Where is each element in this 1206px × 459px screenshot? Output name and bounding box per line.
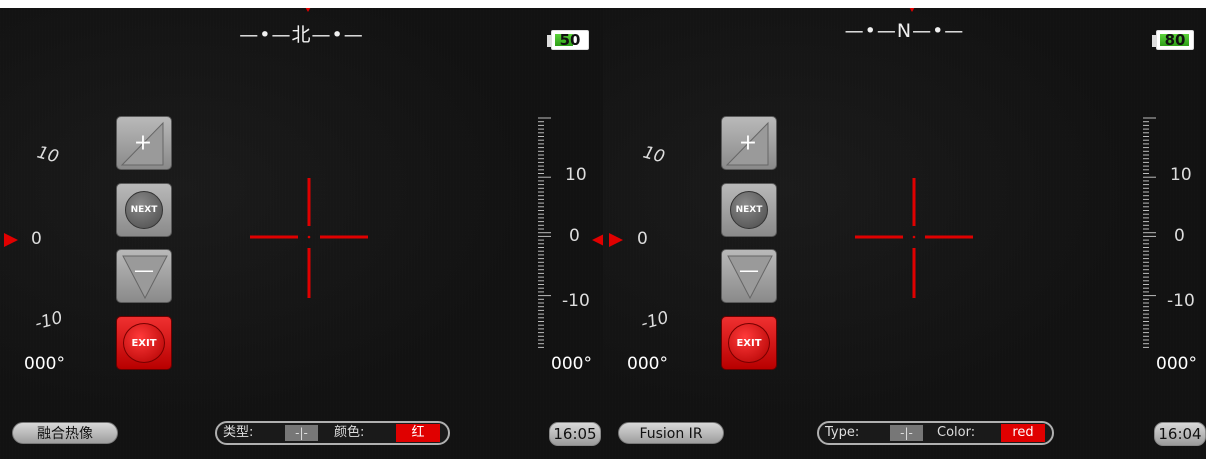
exit-button[interactable]: EXIT: [721, 316, 777, 370]
clock: 16:05: [549, 422, 601, 446]
type-label: 类型:: [223, 425, 254, 440]
pitch-label-zero: 0: [31, 229, 42, 249]
compass-pointer-icon: [905, 8, 919, 12]
battery-indicator: 80: [1152, 30, 1196, 52]
zoom-out-button[interactable]: —: [116, 249, 172, 303]
right-scale-label-bottom: -10: [1167, 291, 1195, 311]
color-label: Color:: [937, 425, 976, 440]
reticle-settings-bar[interactable]: Type: -|- Color: red: [817, 421, 1054, 445]
zoom-out-label: —: [134, 257, 154, 282]
pitch-scale-right: [1143, 117, 1156, 348]
compass-heading: —•—N—•—: [844, 20, 965, 42]
next-button[interactable]: NEXT: [721, 183, 777, 237]
zoom-in-button[interactable]: +: [116, 116, 172, 170]
clock: 16:04: [1154, 422, 1206, 446]
pitch-pointer-icon: [609, 233, 623, 247]
right-scale-label-top: 10: [565, 165, 587, 185]
next-label: NEXT: [125, 191, 163, 229]
right-scale-label-zero: 0: [569, 226, 580, 246]
zoom-in-button[interactable]: +: [721, 116, 777, 170]
crosshair-reticle: [250, 178, 368, 298]
zoom-in-label: +: [133, 130, 153, 156]
compass-heading: —•—北—•—: [239, 24, 364, 46]
reticle-type-selector[interactable]: -|-: [285, 425, 318, 441]
color-label: 颜色:: [334, 425, 365, 440]
battery-indicator: 50: [547, 30, 591, 52]
pitch-pointer-icon: [4, 233, 18, 247]
reticle-color-selector[interactable]: 红: [396, 424, 440, 442]
battery-level: 50: [559, 31, 581, 49]
crosshair-reticle: [855, 178, 973, 298]
exit-button[interactable]: EXIT: [116, 316, 172, 370]
zoom-out-label: —: [739, 257, 759, 282]
right-scale-label-top: 10: [1170, 165, 1192, 185]
heading-readout-left: 000°: [24, 354, 65, 374]
zoom-out-button[interactable]: —: [721, 249, 777, 303]
mode-button[interactable]: Fusion IR: [618, 422, 724, 444]
zoom-in-label: +: [738, 130, 758, 156]
next-button[interactable]: NEXT: [116, 183, 172, 237]
exit-label: EXIT: [123, 323, 165, 363]
battery-level: 80: [1164, 31, 1186, 49]
pitch-scale-right: [538, 117, 551, 348]
right-scale-pointer-icon: [592, 234, 603, 246]
exit-label: EXIT: [728, 323, 770, 363]
reticle-color-selector[interactable]: red: [1001, 424, 1045, 442]
mode-button[interactable]: 融合热像: [12, 422, 118, 444]
thermal-view-panel-en: —•—N—•— 80 10 0 -10 000° + NEXT — EXIT 1…: [603, 8, 1206, 459]
thermal-view-panel-cn: —•—北—•— 50 10 0 -10 000° + NEXT — EXIT 1…: [0, 8, 603, 459]
reticle-type-selector[interactable]: -|-: [890, 425, 923, 441]
heading-readout-left: 000°: [627, 354, 668, 374]
heading-readout-right: 000°: [551, 354, 592, 374]
compass-pointer-icon: [301, 8, 315, 12]
next-label: NEXT: [730, 191, 768, 229]
reticle-settings-bar[interactable]: 类型: -|- 颜色: 红: [215, 421, 450, 445]
pitch-label-zero: 0: [637, 229, 648, 249]
type-label: Type:: [825, 425, 860, 440]
right-scale-label-zero: 0: [1174, 226, 1185, 246]
right-scale-label-bottom: -10: [562, 291, 590, 311]
heading-readout-right: 000°: [1156, 354, 1197, 374]
